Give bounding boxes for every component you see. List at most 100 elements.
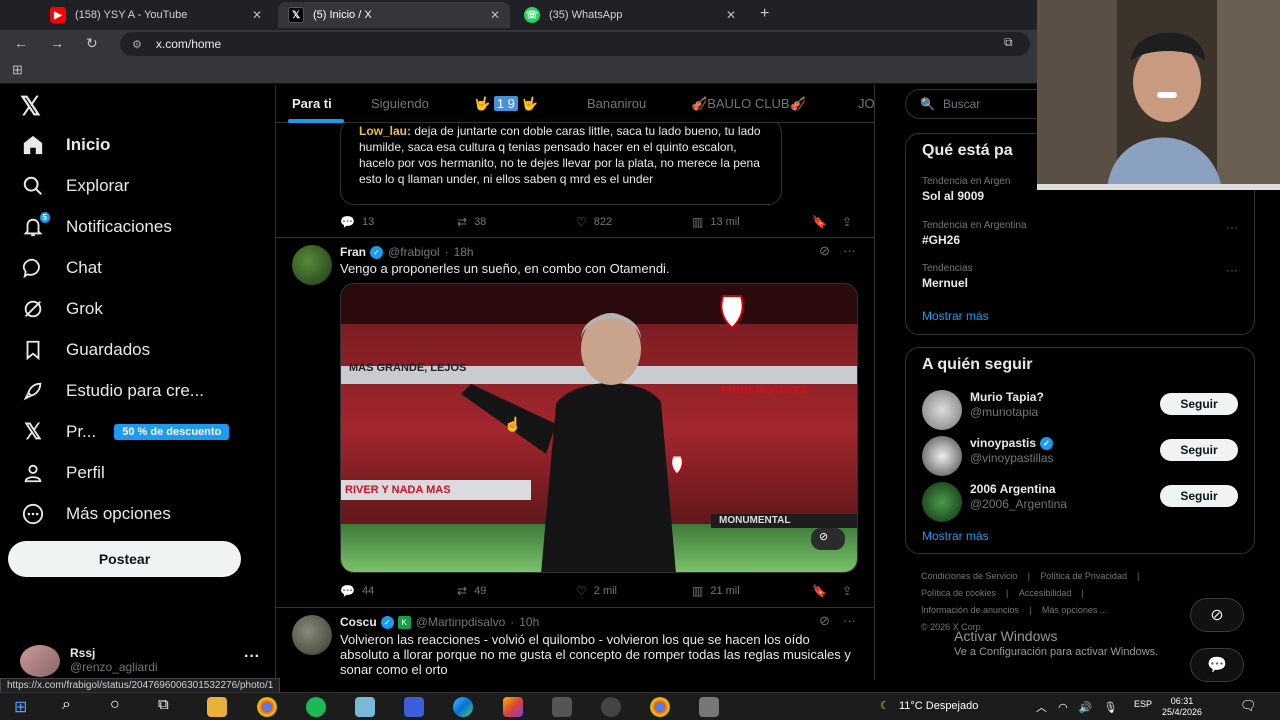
close-icon[interactable]: ✕ bbox=[726, 8, 736, 22]
grok-button[interactable]: ⊘ bbox=[1190, 598, 1244, 632]
task-view-icon[interactable]: ⧉ bbox=[158, 696, 169, 713]
avatar[interactable] bbox=[922, 436, 962, 476]
new-tab-button[interactable]: + bbox=[760, 5, 769, 23]
reload-icon[interactable]: ↻ bbox=[86, 35, 98, 52]
sidebar-item-inicio[interactable]: Inicio bbox=[20, 130, 110, 160]
app-icon[interactable] bbox=[552, 697, 572, 717]
chevron-up-icon[interactable]: ︿ bbox=[1036, 702, 1047, 714]
follow-name[interactable]: Murio Tapia? bbox=[970, 390, 1044, 404]
sidebar-item-estudio[interactable]: Estudio para cre... bbox=[20, 376, 204, 406]
footer-link[interactable]: Política de Privacidad bbox=[1040, 571, 1127, 581]
author-handle[interactable]: @frabigol bbox=[388, 245, 440, 259]
tab-baulo-club[interactable]: 🎻BAULO CLUB🎻 bbox=[691, 96, 806, 112]
trend-name[interactable]: #GH26 bbox=[922, 233, 960, 247]
tray-icons[interactable]: ︿ ◠ 🔊 🎙 bbox=[1036, 699, 1117, 715]
chrome-icon[interactable] bbox=[650, 697, 670, 717]
share-button[interactable]: ⇪ bbox=[842, 584, 859, 598]
apps-grid-icon[interactable]: ⊞ bbox=[12, 62, 23, 78]
show-more-link[interactable]: Mostrar más bbox=[922, 529, 989, 543]
like-button[interactable]: ♡ 2 mil bbox=[576, 584, 617, 598]
edge-icon[interactable] bbox=[453, 697, 473, 717]
follow-button[interactable]: Seguir bbox=[1160, 393, 1238, 415]
sidebar-item-chat[interactable]: Chat bbox=[20, 253, 102, 283]
grok-icon[interactable]: ⊘ bbox=[819, 613, 830, 629]
avatar[interactable] bbox=[292, 615, 332, 655]
avatar[interactable] bbox=[922, 390, 962, 430]
sidebar-item-perfil[interactable]: Perfil bbox=[20, 458, 105, 488]
app-icon[interactable] bbox=[404, 697, 424, 717]
tweet-time[interactable]: 10h bbox=[519, 615, 539, 629]
clock[interactable]: 06:31 25/4/2026 bbox=[1162, 696, 1202, 718]
share-button[interactable]: ⇪ bbox=[842, 215, 859, 229]
sidebar-item-premium[interactable]: 𝕏 Pr... 50 % de descuento bbox=[20, 417, 230, 447]
volume-icon[interactable]: 🔊 bbox=[1079, 702, 1093, 714]
tab-youtube[interactable]: ▶ (158) YSY A - YouTube ✕ bbox=[40, 2, 272, 28]
close-icon[interactable]: ✕ bbox=[490, 8, 500, 22]
forward-icon[interactable]: → bbox=[50, 35, 64, 51]
sidebar-item-grok[interactable]: Grok bbox=[20, 294, 103, 324]
follow-name-row[interactable]: vinoypastis ✓ bbox=[970, 436, 1054, 450]
weather-widget[interactable]: ☾ 11°C Despejado bbox=[880, 699, 978, 712]
account-switcher[interactable]: Rssj @renzo_agliardi ··· bbox=[20, 640, 260, 680]
avatar[interactable] bbox=[922, 482, 962, 522]
tab-x[interactable]: 𝕏 (5) Inicio / X ✕ bbox=[278, 2, 510, 28]
footer-link[interactable]: Condiciones de Servicio bbox=[921, 571, 1018, 581]
footer-link[interactable]: Política de cookies bbox=[921, 588, 996, 598]
footer-link[interactable]: Información de anuncios bbox=[921, 605, 1019, 615]
more-icon[interactable]: ··· bbox=[843, 243, 856, 258]
show-more-link[interactable]: Mostrar más bbox=[922, 309, 989, 323]
more-icon[interactable]: ··· bbox=[244, 648, 260, 666]
mic-icon[interactable]: 🎙 bbox=[1104, 702, 1118, 714]
repost-button[interactable]: ⇄ 38 bbox=[457, 215, 486, 229]
app-icon[interactable] bbox=[503, 697, 523, 717]
cast-icon[interactable]: ⧉ bbox=[1004, 35, 1013, 50]
address-bar[interactable]: ⚙ x.com/home bbox=[120, 32, 1030, 56]
follow-button[interactable]: Seguir bbox=[1160, 439, 1238, 461]
wifi-icon[interactable]: ◠ bbox=[1058, 702, 1068, 714]
close-icon[interactable]: ✕ bbox=[252, 8, 262, 22]
repost-button[interactable]: ⇄ 49 bbox=[457, 584, 486, 598]
author-name[interactable]: Coscu bbox=[340, 615, 377, 629]
obs-icon[interactable] bbox=[601, 697, 621, 717]
follow-name[interactable]: 2006 Argentina bbox=[970, 482, 1056, 496]
spotify-icon[interactable] bbox=[306, 697, 326, 717]
post-button[interactable]: Postear bbox=[8, 541, 241, 577]
tab-list-19[interactable]: 🤟 1 9 🤟 bbox=[474, 96, 538, 112]
reply-button[interactable]: 💬 44 bbox=[340, 584, 374, 598]
back-icon[interactable]: ← bbox=[14, 35, 28, 51]
bookmark-button[interactable]: 🔖 bbox=[812, 215, 834, 229]
tweet-photo[interactable]: MAS GRANDE, LEJOS PRIMERO RIVER RIVER Y … bbox=[340, 283, 858, 573]
tab-jo[interactable]: JO bbox=[858, 96, 874, 111]
quoted-tweet[interactable]: Low_lau: deja de juntarte con doble cara… bbox=[340, 119, 782, 205]
tweet-time[interactable]: 18h bbox=[454, 245, 474, 259]
file-explorer-icon[interactable] bbox=[207, 697, 227, 717]
more-icon[interactable]: ··· bbox=[1226, 263, 1238, 277]
sidebar-item-explorar[interactable]: Explorar bbox=[20, 171, 129, 201]
like-button[interactable]: ♡ 822 bbox=[576, 215, 612, 229]
grok-image-icon[interactable]: ⊘ bbox=[819, 530, 828, 543]
site-info-icon[interactable]: ⚙ bbox=[132, 38, 142, 51]
notification-center-icon[interactable]: 🗨 bbox=[1240, 698, 1257, 714]
windows-start-icon[interactable]: ⊞ bbox=[14, 697, 27, 717]
trend-name[interactable]: Sol al 9009 bbox=[922, 189, 984, 203]
footer-link[interactable]: Más opciones ... bbox=[1042, 605, 1108, 615]
sidebar-item-mas-opciones[interactable]: Más opciones bbox=[20, 499, 171, 529]
more-icon[interactable]: ··· bbox=[843, 613, 856, 628]
follow-button[interactable]: Seguir bbox=[1160, 485, 1238, 507]
tab-para-ti[interactable]: Para ti bbox=[292, 96, 332, 111]
views-button[interactable]: ▥ 21 mil bbox=[692, 584, 740, 598]
footer-link[interactable]: Accesibilidad bbox=[1019, 588, 1072, 598]
search-icon[interactable]: ⌕ bbox=[62, 696, 71, 714]
author-handle[interactable]: @Martinpdisalvo bbox=[416, 615, 506, 629]
chrome-icon[interactable] bbox=[257, 697, 277, 717]
bookmark-button[interactable]: 🔖 bbox=[812, 584, 834, 598]
sidebar-item-guardados[interactable]: Guardados bbox=[20, 335, 150, 365]
tab-siguiendo[interactable]: Siguiendo bbox=[371, 96, 429, 111]
x-logo-icon[interactable]: 𝕏 bbox=[20, 91, 41, 122]
views-button[interactable]: ▥ 13 mil bbox=[692, 215, 740, 229]
app-icon[interactable] bbox=[355, 697, 375, 717]
app-icon[interactable] bbox=[699, 697, 719, 717]
tab-bananirou[interactable]: Bananirou bbox=[587, 96, 646, 111]
messages-button[interactable]: 💬 bbox=[1190, 648, 1244, 682]
more-icon[interactable]: ··· bbox=[1226, 220, 1238, 234]
